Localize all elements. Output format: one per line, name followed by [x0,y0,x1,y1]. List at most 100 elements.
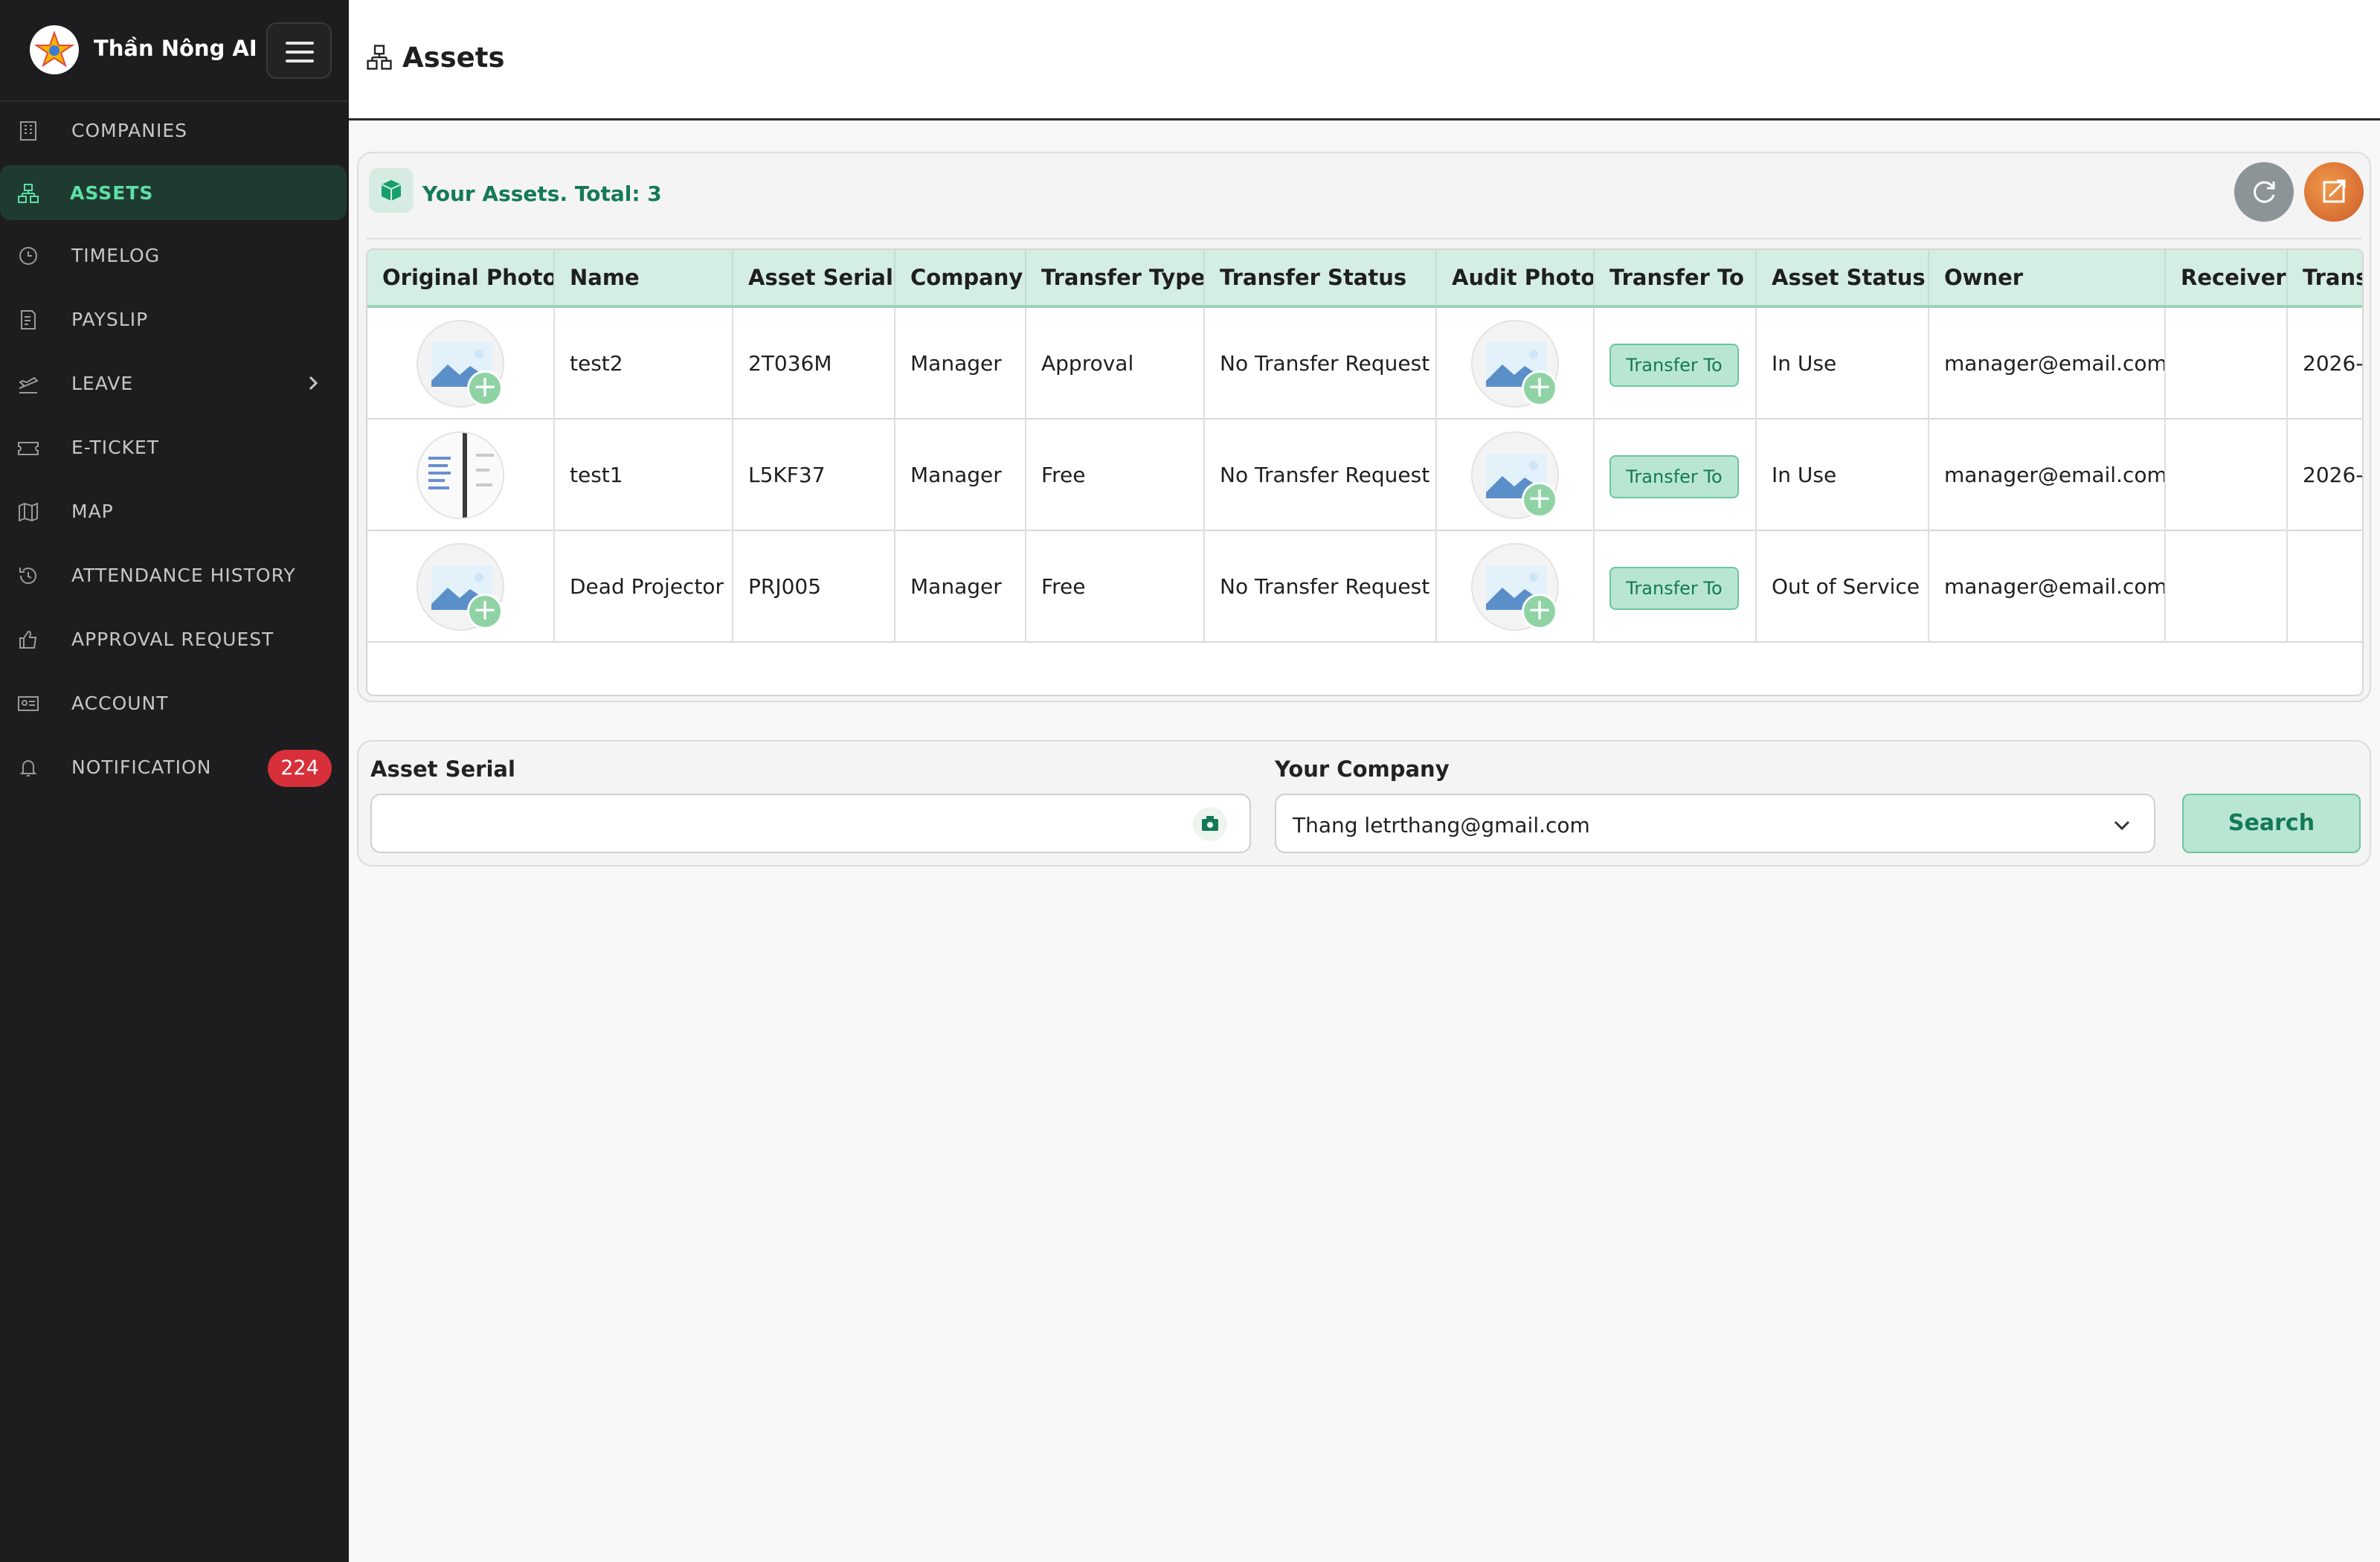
box-icon [369,168,414,213]
your-company-label: Your Company [1275,756,1450,782]
search-button[interactable]: Search [2182,794,2361,853]
sidebar-item-label: APPROVAL REQUEST [71,629,274,650]
add-photo-icon[interactable]: + [1522,370,1557,406]
document-thumbnail-icon [418,433,503,518]
column-header[interactable]: Owner [1929,250,2166,305]
asset-serial-label: Asset Serial [370,756,515,782]
table-row[interactable]: test1 L5KF37 Manager Free No Transfer Re… [367,420,2362,531]
sidebar-item-assets[interactable]: ASSETS [0,165,347,220]
sidebar-item-companies[interactable]: COMPANIES [0,103,349,158]
asset-receiver [2166,420,2288,531]
bell-icon [19,760,37,777]
history-icon [19,568,36,585]
original-photo-cell: + [367,531,555,643]
expand-icon [2323,179,2346,203]
app-name: Thần Nông AI [94,36,257,61]
sidebar-item-label: TIMELOG [71,245,161,266]
notification-count-badge: 224 [268,750,332,787]
sidebar-item-label: E-TICKET [71,437,160,458]
sidebar-item-timelog[interactable]: TIMELOG [0,228,349,283]
table-header: Original Photo Name Asset Serial Company… [367,250,2362,308]
sidebar-item-approval-request[interactable]: APPROVAL REQUEST [0,611,349,666]
sidebar-item-label: ASSETS [70,182,154,204]
map-icon [19,502,38,522]
column-header[interactable]: Transfer Type [1026,250,1205,305]
hamburger-menu-button[interactable] [266,22,332,79]
column-header[interactable]: Original Photo [367,250,555,305]
asset-status: In Use [1757,308,1929,420]
asset-name: test2 [555,308,733,420]
transfer-to-cell: Transfer To [1595,531,1757,643]
transfer-date: 2026- [2303,351,2364,376]
transfer-date [2288,531,2362,643]
company-select[interactable]: Thang letrthang@gmail.com [1275,794,2155,853]
add-photo-icon[interactable]: + [1522,482,1557,518]
asset-receiver [2166,531,2288,643]
sidebar-item-attendance-history[interactable]: ATTENDANCE HISTORY [0,547,349,602]
asset-name: Dead Projector [555,531,733,643]
column-header[interactable]: Receiver [2166,250,2288,305]
building-icon [20,121,36,141]
original-photo[interactable] [416,431,504,519]
clock-icon [19,247,37,265]
column-header[interactable]: Asset Serial [733,250,895,305]
ticket-icon [18,442,39,455]
plane-icon [19,376,39,393]
column-header[interactable]: Transfer To [1595,250,1757,305]
audit-photo-cell: + [1437,531,1595,643]
asset-serial-input[interactable] [370,794,1251,853]
expand-button[interactable] [2304,162,2364,222]
sidebar-item-label: COMPANIES [71,120,188,141]
sidebar-item-label: ATTENDANCE HISTORY [71,565,296,586]
column-header[interactable]: Name [555,250,733,305]
asset-owner: manager@email.com [1929,308,2166,420]
transfer-status: No Transfer Request [1205,531,1437,643]
sidebar-item-map[interactable]: MAP [0,483,349,539]
asset-status: In Use [1757,420,1929,531]
transfer-status: No Transfer Request [1205,420,1437,531]
assets-icon [367,45,392,70]
column-header[interactable]: Trans [2288,250,2362,305]
sidebar-item-account[interactable]: ACCOUNT [0,675,349,730]
sidebar-item-label: ACCOUNT [71,692,169,714]
column-header[interactable]: Company [895,250,1026,305]
chevron-right-icon[interactable] [305,375,321,391]
asset-owner: manager@email.com [1929,420,2166,531]
menu-icon-bar [286,51,314,54]
brand-bar: Thần Nông AI [0,0,349,102]
column-header[interactable]: Asset Status [1757,250,1929,305]
sidebar-item-e-ticket[interactable]: E-TICKET [0,420,349,475]
assets-panel: Your Assets. Total: 3 Original Photo Nam… [357,152,2371,702]
asset-owner: manager@email.com [1929,531,2166,643]
column-header[interactable]: Audit Photo [1437,250,1595,305]
original-photo-cell [367,420,555,531]
assets-total-title: Your Assets. Total: 3 [422,181,662,206]
app-logo[interactable] [30,25,79,74]
add-photo-icon[interactable]: + [467,370,503,406]
column-header[interactable]: Transfer Status [1205,250,1437,305]
add-photo-icon[interactable]: + [1522,594,1557,629]
thumbs-up-icon [19,630,37,649]
company-select-value: Thang letrthang@gmail.com [1293,813,1590,838]
transfer-to-button[interactable]: Transfer To [1609,344,1739,387]
page-title: Assets [402,42,505,74]
transfer-to-button[interactable]: Transfer To [1609,455,1739,498]
sidebar-item-leave[interactable]: LEAVE [0,356,349,411]
table-row[interactable]: + Dead Projector PRJ005 Manager Free No … [367,531,2362,643]
camera-scan-button[interactable] [1193,807,1227,841]
sidebar-item-label: MAP [71,501,114,522]
transfer-type: Approval [1026,308,1205,420]
table-row[interactable]: + test2 2T036M Manager Approval No Trans… [367,308,2364,420]
transfer-to-button[interactable]: Transfer To [1609,567,1739,610]
sidebar-item-notification[interactable]: NOTIFICATION 224 [0,739,349,794]
asset-serial: PRJ005 [733,531,895,643]
asset-company: Manager [895,531,1026,643]
sidebar: Thần Nông AI COMPANIES ASSETS TIMELOG PA… [0,0,349,1562]
panel-divider [366,238,2362,240]
sidebar-item-label: LEAVE [71,373,134,394]
menu-icon-bar [286,60,314,62]
asset-serial: 2T036M [733,308,895,420]
add-photo-icon[interactable]: + [467,594,503,629]
refresh-button[interactable] [2234,162,2294,222]
sidebar-item-payslip[interactable]: PAYSLIP [0,292,349,347]
